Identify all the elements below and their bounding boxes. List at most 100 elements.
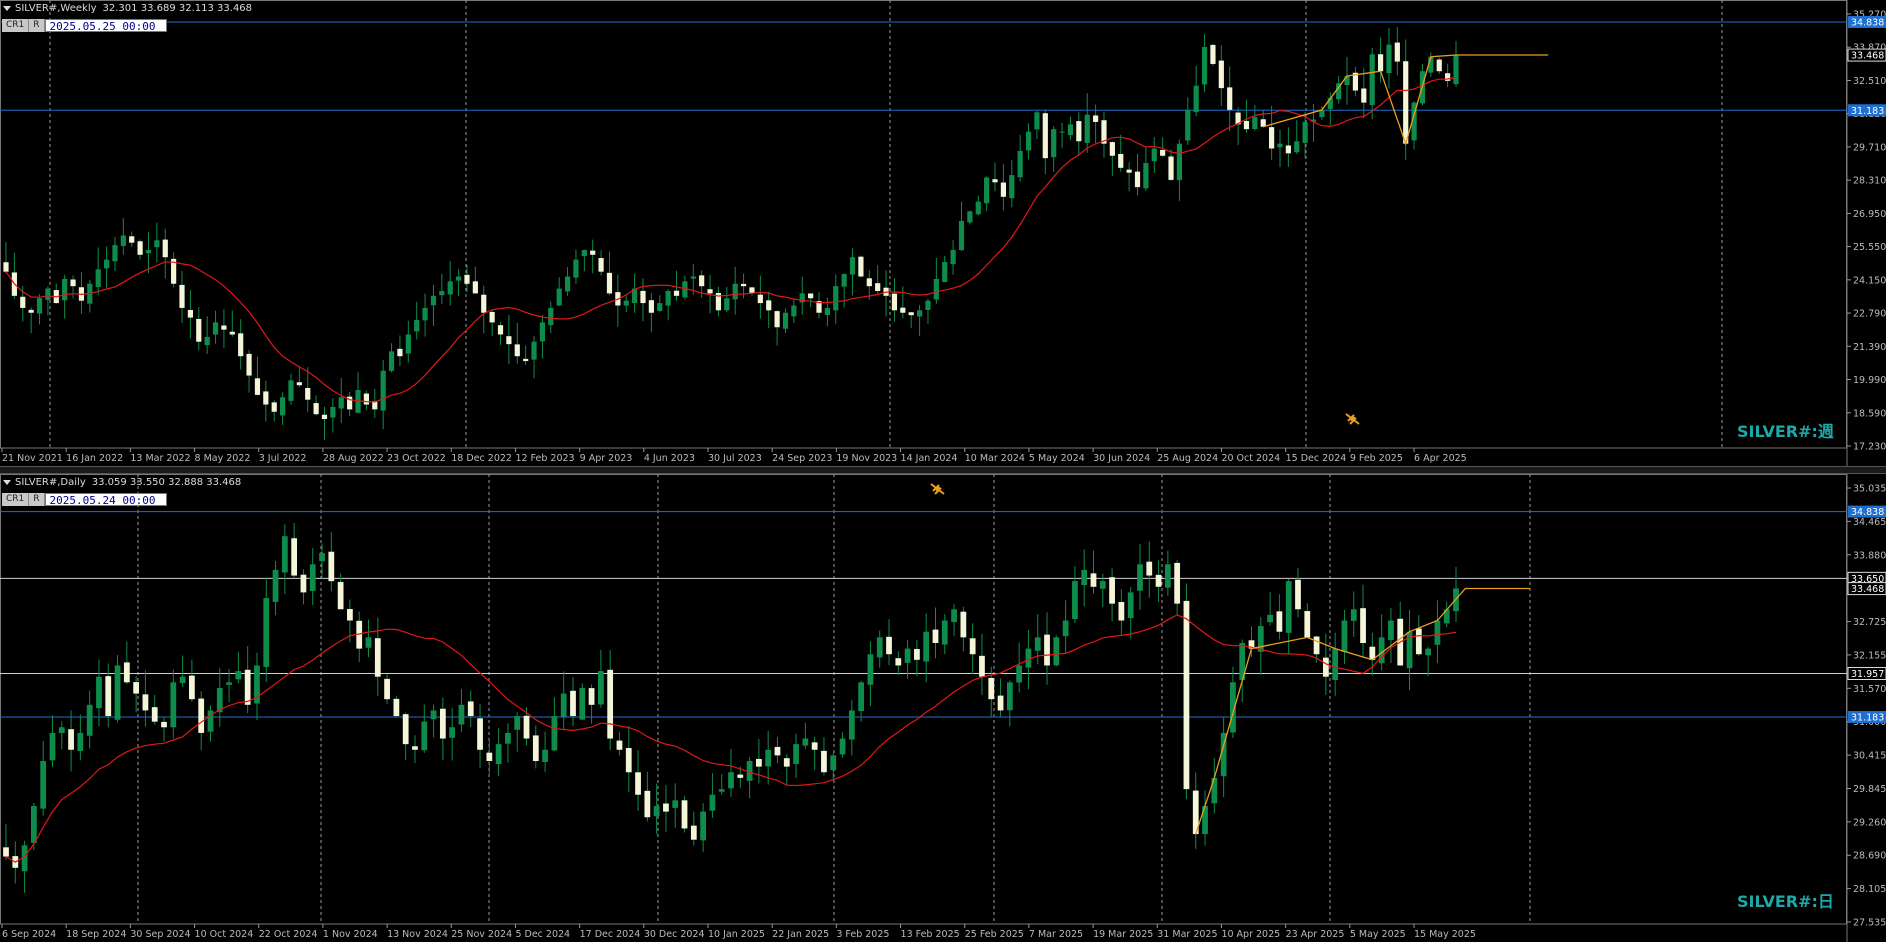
weekly-watermark: SILVER#:週 xyxy=(1737,422,1834,441)
time-tick-label: 8 May 2022 xyxy=(195,453,251,464)
signal-arrow-icon[interactable] xyxy=(929,482,947,496)
signal-arrow-icon[interactable] xyxy=(1344,412,1362,426)
price-tick-label: 29.845 xyxy=(1853,784,1886,795)
price-tick-label: 32.725 xyxy=(1853,617,1886,628)
candle-body xyxy=(791,305,797,317)
candle-body xyxy=(673,290,680,296)
candle-body xyxy=(161,721,167,728)
candle-body xyxy=(590,250,596,255)
candle-body xyxy=(363,393,370,405)
candle-body xyxy=(1143,162,1149,189)
time-tick-label: 1 Nov 2024 xyxy=(323,929,378,940)
candle-body xyxy=(1062,620,1069,637)
candle-body xyxy=(1218,60,1224,89)
candle-body xyxy=(1076,121,1082,142)
candle-body xyxy=(151,707,158,722)
time-tick-label: 10 Apr 2025 xyxy=(1221,929,1280,940)
candle-body xyxy=(422,307,428,321)
price-tick-label: 29.260 xyxy=(1853,817,1886,828)
daily-symbol: SILVER#,Daily xyxy=(15,477,86,488)
candle-body xyxy=(875,283,881,292)
daily-chart-pane[interactable]: 35.03534.46533.88033.31032.72532.15531.5… xyxy=(0,474,1886,942)
weekly-chart-canvas[interactable]: 35.27033.87032.51031.11029.71028.31026.9… xyxy=(0,0,1886,466)
candle-body xyxy=(1403,61,1409,144)
candle-body xyxy=(839,738,846,755)
candle-body xyxy=(1361,88,1367,103)
candle-body xyxy=(1453,55,1459,85)
r-badge[interactable]: R xyxy=(29,19,45,32)
candle-body xyxy=(505,732,511,744)
candle-body xyxy=(607,669,614,739)
candle-body xyxy=(402,714,409,745)
time-tick-label: 25 Nov 2024 xyxy=(451,929,512,940)
candle-body xyxy=(1276,611,1283,632)
time-tick-label: 3 Jul 2022 xyxy=(259,453,307,464)
time-tick-label: 30 Jun 2024 xyxy=(1093,453,1150,464)
candle-body xyxy=(1360,608,1366,643)
time-tick-label: 5 May 2025 xyxy=(1350,929,1406,940)
candle-body xyxy=(653,805,660,817)
price-tick-label: 25.550 xyxy=(1853,242,1886,253)
time-tick-label: 24 Sep 2023 xyxy=(772,453,832,464)
daily-watermark: SILVER#:日 xyxy=(1737,892,1834,911)
candle-body xyxy=(337,581,344,610)
candle-body xyxy=(1210,44,1216,64)
cr1-badge[interactable]: CR1 xyxy=(2,493,30,506)
candle-body xyxy=(833,286,839,311)
price-tick-label: 32.510 xyxy=(1853,76,1886,87)
time-tick-label: 22 Oct 2024 xyxy=(259,929,318,940)
candle-body xyxy=(279,397,286,416)
candle-body xyxy=(31,805,37,843)
price-tick-label: 34.465 xyxy=(1853,517,1886,528)
time-tick-label: 12 Feb 2023 xyxy=(515,453,574,464)
candle-body xyxy=(472,281,478,294)
candle-body xyxy=(531,341,537,360)
moving-average-line xyxy=(5,614,1457,863)
candle-body xyxy=(1044,634,1050,666)
candle-body xyxy=(235,671,242,680)
candle-body xyxy=(579,687,586,720)
candle-body xyxy=(1201,47,1208,85)
candle-body xyxy=(514,716,521,730)
candle-body xyxy=(975,201,981,215)
candle-body xyxy=(481,294,487,313)
candle-body xyxy=(189,675,195,700)
price-tick-label: 28.310 xyxy=(1853,176,1886,187)
candle-body xyxy=(49,732,56,761)
candle-body xyxy=(221,325,227,330)
time-tick-label: 18 Dec 2022 xyxy=(451,453,512,464)
price-tick-label: 22.790 xyxy=(1853,309,1886,320)
candle-body xyxy=(523,358,529,362)
pane-separator[interactable] xyxy=(0,466,1886,474)
level-price-label: 34.838 xyxy=(1851,17,1884,28)
candle-body xyxy=(288,380,294,401)
candle-body xyxy=(421,721,428,751)
candle-body xyxy=(281,536,288,573)
candle-body xyxy=(439,708,446,739)
price-tick-label: 28.690 xyxy=(1853,851,1886,862)
candles-group xyxy=(3,27,1459,440)
weekly-chart-pane[interactable]: 35.27033.87032.51031.11029.71028.31026.9… xyxy=(0,0,1886,466)
candle-body xyxy=(238,333,244,357)
candle-body xyxy=(988,677,995,700)
time-tick-label: 10 Jan 2025 xyxy=(708,929,765,940)
cr1-badge[interactable]: CR1 xyxy=(2,19,30,32)
candle-body xyxy=(95,269,101,288)
candle-body xyxy=(841,274,847,287)
candle-body xyxy=(263,391,269,405)
candle-body xyxy=(556,288,562,306)
candle-body xyxy=(1081,569,1088,586)
candle-body xyxy=(170,682,177,728)
candle-body xyxy=(581,249,587,257)
candle-body xyxy=(313,403,319,415)
time-tick-label: 5 Dec 2024 xyxy=(515,929,570,940)
weekly-datetime-label: 2025.05.25 00:00 xyxy=(44,19,167,33)
collapse-triangle-icon[interactable] xyxy=(3,6,11,11)
time-tick-label: 10 Oct 2024 xyxy=(195,929,254,940)
r-badge[interactable]: R xyxy=(29,493,45,506)
daily-chart-canvas[interactable]: 35.03534.46533.88033.31032.72532.15531.5… xyxy=(0,474,1886,942)
time-tick-label: 13 Feb 2025 xyxy=(901,929,960,940)
candle-body xyxy=(1267,614,1273,623)
candle-body xyxy=(616,740,623,750)
collapse-triangle-icon[interactable] xyxy=(3,480,11,485)
